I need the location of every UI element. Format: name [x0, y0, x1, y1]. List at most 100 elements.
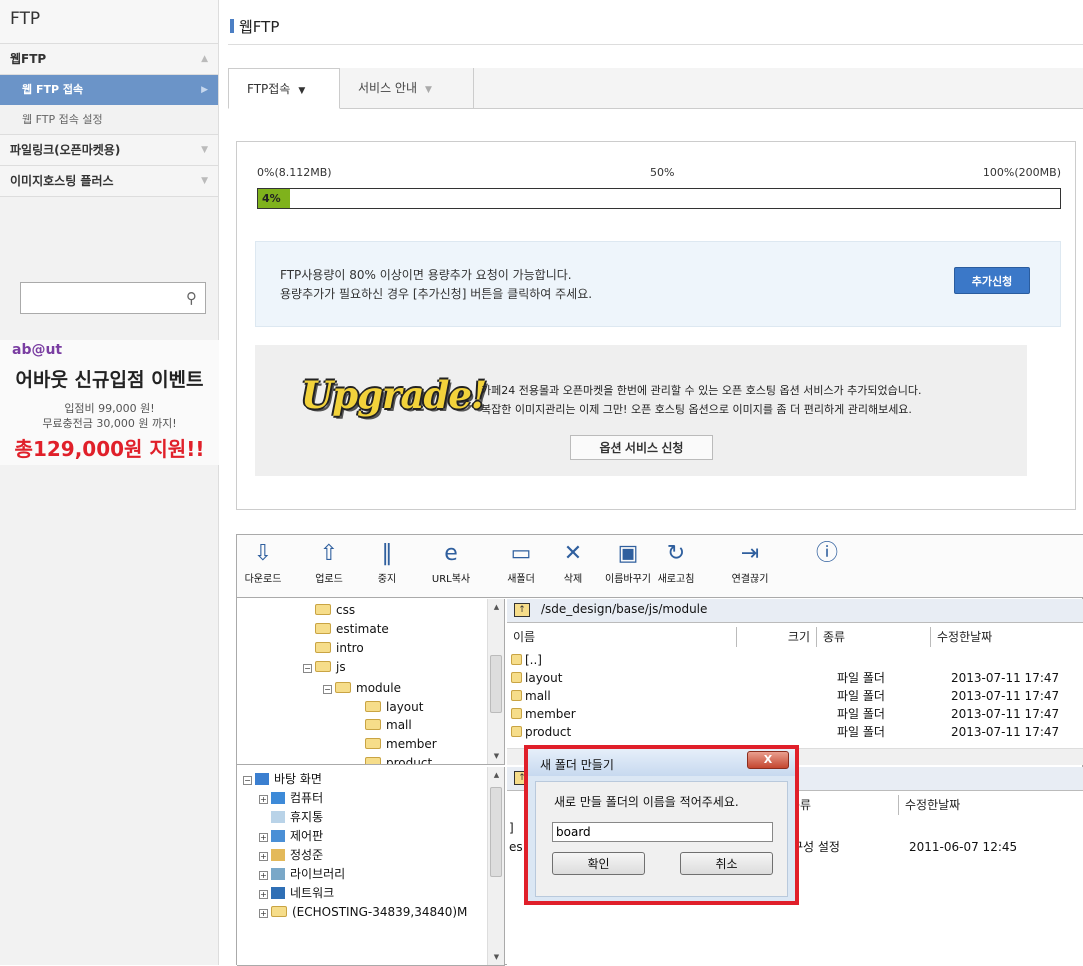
- table-row[interactable]: member 파일 폴더 2013-07-11 17:47: [507, 705, 1083, 723]
- tree-item[interactable]: − js: [303, 658, 346, 677]
- close-icon[interactable]: X: [747, 751, 789, 769]
- add-request-button[interactable]: 추가신청: [954, 267, 1030, 294]
- user-folder-icon: [271, 849, 285, 861]
- vertical-scrollbar[interactable]: ▲ ▼: [487, 767, 504, 965]
- expand-icon[interactable]: +: [259, 833, 268, 842]
- expand-icon[interactable]: +: [259, 890, 268, 899]
- dialog-body: 새로 만들 폴더의 이름을 적어주세요. 확인 취소: [535, 781, 788, 897]
- cell-type: 파일 폴더: [837, 671, 885, 685]
- tree-item[interactable]: css: [315, 601, 355, 620]
- scroll-down-icon[interactable]: ▼: [488, 748, 504, 764]
- column-name[interactable]: 이름: [507, 627, 737, 647]
- nav-group-filelink[interactable]: 파일링크(오픈마켓용) ▼: [0, 135, 218, 166]
- cell-name: layout: [525, 671, 563, 685]
- upgrade-promo: Upgrade! 카페24 전용몰과 오픈마켓을 한번에 관리할 수 있는 오픈…: [255, 345, 1027, 476]
- column-type[interactable]: 종류: [783, 795, 899, 815]
- search-input[interactable]: [21, 283, 171, 313]
- promo-banner[interactable]: ab@ut 어바웃 신규입점 이벤트 입점비 99,000 원! 무료충전금 3…: [0, 340, 219, 465]
- local-folder-tree[interactable]: − 바탕 화면 + 컴퓨터 휴지통 + 제어판 + 정성준 + 라이브러리 + 네트워크 +…: [237, 767, 505, 966]
- toolbar-info-button[interactable]: ⓘ: [809, 535, 845, 598]
- toolbar-url-copy-button[interactable]: e URL복사: [423, 535, 479, 598]
- search-icon[interactable]: ⚲: [186, 289, 197, 307]
- tree-item-selected[interactable]: − module: [323, 679, 401, 698]
- tree-item[interactable]: 휴지통: [271, 808, 323, 827]
- cell-type: 파일 폴더: [837, 689, 885, 703]
- toolbar-download-button[interactable]: ⇩ 다운로드: [241, 535, 285, 598]
- toolbar-refresh-button[interactable]: ↻ 새로고침: [649, 535, 703, 598]
- scroll-up-icon[interactable]: ▲: [488, 599, 504, 615]
- sidebar-item-webftp-connect[interactable]: 웹 FTP 접속 ▶: [0, 75, 218, 105]
- column-size[interactable]: 크기: [737, 627, 817, 647]
- tree-item[interactable]: product: [365, 754, 432, 764]
- notice-text: FTP사용량이 80% 이상이면 용량추가 요청이 가능합니다.: [280, 268, 572, 282]
- chevron-down-icon: ▼: [201, 145, 208, 155]
- column-type[interactable]: 종류: [817, 627, 931, 647]
- toolbar-label: 새로고침: [657, 574, 695, 585]
- scroll-down-icon[interactable]: ▼: [488, 949, 504, 965]
- tree-item[interactable]: member: [365, 735, 437, 754]
- option-service-button[interactable]: 옵션 서비스 신청: [570, 435, 713, 460]
- toolbar-label: URL복사: [431, 574, 471, 585]
- expand-icon[interactable]: +: [259, 871, 268, 880]
- table-row[interactable]: product 파일 폴더 2013-07-11 17:47: [507, 723, 1083, 741]
- scroll-thumb[interactable]: [490, 655, 502, 713]
- folder-icon: [365, 719, 381, 730]
- cell-name: mall: [525, 689, 551, 703]
- banner-text: 무료충전금 30,000 원 까지!: [42, 417, 177, 430]
- collapse-icon[interactable]: −: [243, 776, 252, 785]
- expand-icon[interactable]: +: [259, 852, 268, 861]
- scroll-up-icon[interactable]: ▲: [488, 767, 504, 783]
- tab-service-info[interactable]: 서비스 안내 ▼: [340, 68, 474, 109]
- folder-name-input[interactable]: [552, 822, 773, 842]
- vertical-scrollbar[interactable]: ▲ ▼: [487, 599, 504, 764]
- remote-folder-tree[interactable]: css estimate intro − js − module layout ma…: [237, 599, 505, 765]
- up-folder-icon[interactable]: ↑: [514, 603, 530, 617]
- table-row[interactable]: mall 파일 폴더 2013-07-11 17:47: [507, 687, 1083, 705]
- toolbar-upload-button[interactable]: ⇧ 업로드: [307, 535, 351, 598]
- toolbar-label: 중지: [377, 574, 397, 585]
- tree-item[interactable]: mall: [365, 716, 412, 735]
- tree-item[interactable]: + 제어판: [259, 827, 323, 846]
- sidebar-item-webftp-settings[interactable]: 웹 FTP 접속 설정: [0, 105, 218, 135]
- tree-item[interactable]: − 바탕 화면: [243, 770, 322, 789]
- tab-label: FTP접속: [247, 82, 291, 96]
- toolbar-disconnect-button[interactable]: ⇥ 연결끊기: [719, 535, 781, 598]
- table-row[interactable]: layout 파일 폴더 2013-07-11 17:47: [507, 669, 1083, 687]
- collapse-icon[interactable]: −: [323, 685, 332, 694]
- dialog-title: 새 폴더 만들기: [540, 758, 614, 772]
- expand-icon[interactable]: +: [259, 795, 268, 804]
- column-date[interactable]: 수정한날짜: [899, 795, 1083, 815]
- toolbar-pause-button[interactable]: ‖ 중지: [367, 535, 407, 598]
- folder-icon: [315, 661, 331, 672]
- dialog-titlebar[interactable]: 새 폴더 만들기 X: [528, 749, 795, 776]
- table-row[interactable]: [..]: [507, 651, 1083, 669]
- tab-ftp-connect[interactable]: FTP접속 ▼: [228, 68, 340, 109]
- scroll-thumb[interactable]: [490, 787, 502, 877]
- toolbar-label: 삭제: [563, 574, 583, 585]
- tree-item[interactable]: + 라이브러리: [259, 865, 345, 884]
- tree-item[interactable]: + (ECHOSTING-34839,34840)M: [259, 903, 467, 922]
- tree-item[interactable]: + 컴퓨터: [259, 789, 323, 808]
- collapse-icon[interactable]: −: [303, 664, 312, 673]
- ok-button[interactable]: 확인: [552, 852, 645, 875]
- nav-group-webftp[interactable]: 웹FTP ▲: [0, 44, 218, 75]
- library-icon: [271, 868, 285, 880]
- tree-item[interactable]: intro: [315, 639, 364, 658]
- tree-item[interactable]: layout: [365, 698, 423, 717]
- page-title-text: 웹FTP: [239, 18, 280, 36]
- folder-icon: [365, 757, 381, 764]
- cell-name: product: [525, 725, 572, 739]
- cancel-button[interactable]: 취소: [680, 852, 773, 875]
- tree-item[interactable]: + 네트워크: [259, 884, 334, 903]
- cell-name: [..]: [525, 653, 542, 667]
- toolbar-delete-button[interactable]: ✕ 삭제: [553, 535, 593, 598]
- download-icon: ⇩: [253, 541, 273, 566]
- column-date[interactable]: 수정한날짜: [931, 627, 1083, 647]
- tree-item[interactable]: estimate: [315, 620, 389, 639]
- toolbar-new-folder-button[interactable]: ▭ 새폴더: [499, 535, 543, 598]
- nav-group-image-hosting[interactable]: 이미지호스팅 플러스 ▼: [0, 166, 218, 197]
- tree-item[interactable]: + 정성준: [259, 846, 323, 865]
- expand-icon[interactable]: +: [259, 909, 268, 918]
- sidebar-logo: FTP: [0, 0, 218, 44]
- upgrade-logo: Upgrade!: [301, 373, 487, 417]
